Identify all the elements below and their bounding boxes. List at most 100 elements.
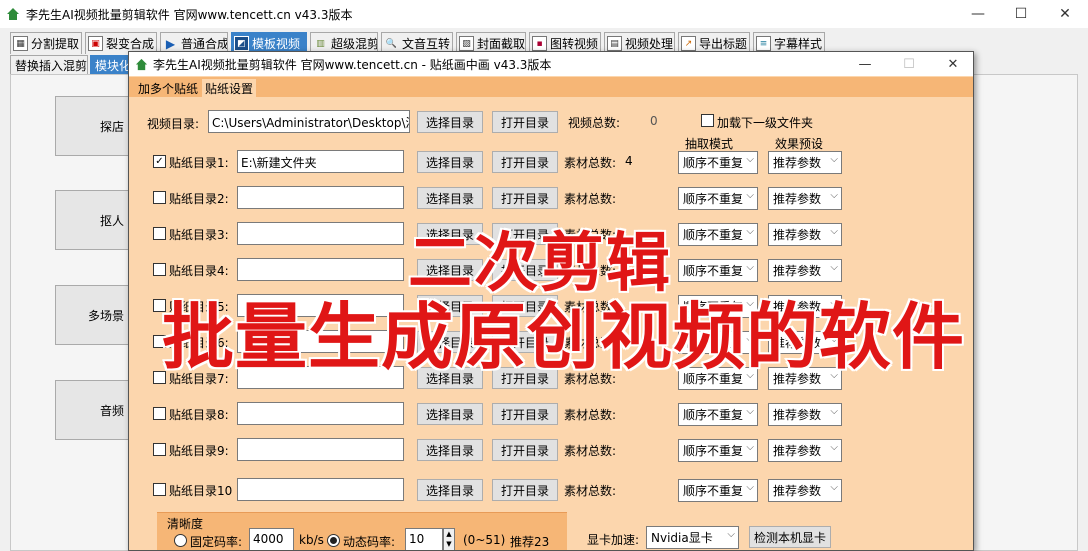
sub-tab-replace-insert[interactable]: 替换插入混剪 <box>10 55 88 75</box>
tab-sticker-settings[interactable]: 贴纸设置 <box>202 79 257 97</box>
sticker-dir-checkbox[interactable] <box>153 443 166 456</box>
bg-button-audio[interactable]: 音频 <box>55 380 135 440</box>
sticker-dir-checkbox[interactable] <box>153 191 166 204</box>
extract-mode-select[interactable]: 顺序不重复 ⌵ <box>678 187 758 210</box>
effect-preset-select[interactable]: 推荐参数 ⌵ <box>768 151 842 174</box>
extract-mode-select[interactable]: 顺序不重复 ⌵ <box>678 331 758 354</box>
sticker-open-dir-button[interactable]: 打开目录 <box>492 151 558 173</box>
video-open-dir-button[interactable]: 打开目录 <box>492 111 558 133</box>
sticker-dir-label: 贴纸目录1: <box>169 156 229 170</box>
extract-mode-select[interactable]: 顺序不重复 ⌵ <box>678 439 758 462</box>
sticker-dir-checkbox[interactable] <box>153 371 166 384</box>
tab-add-stickers[interactable]: 加多个贴纸 <box>135 79 201 97</box>
dialog-maximize-button[interactable]: ☐ <box>887 52 931 76</box>
maximize-button[interactable]: ☐ <box>998 0 1044 28</box>
chevron-down-icon: ⌵ <box>746 334 754 345</box>
sticker-dir-input[interactable] <box>237 438 404 461</box>
fixed-bitrate-radio[interactable] <box>174 534 187 547</box>
sticker-open-dir-button[interactable]: 打开目录 <box>492 295 558 317</box>
sticker-dir-input[interactable] <box>237 478 404 501</box>
fission-icon: ▣ <box>88 36 103 51</box>
extract-mode-select[interactable]: 顺序不重复 ⌵ <box>678 403 758 426</box>
extract-mode-select[interactable]: 顺序不重复 ⌵ <box>678 223 758 246</box>
dialog-title: 李先生AI视频批量剪辑软件 官网www.tencett.cn - 贴纸画中画 v… <box>153 57 552 72</box>
extract-mode-select[interactable]: 顺序不重复 ⌵ <box>678 151 758 174</box>
sticker-open-dir-button[interactable]: 打开目录 <box>492 331 558 353</box>
effect-preset-select[interactable]: 推荐参数 ⌵ <box>768 479 842 502</box>
extract-mode-select[interactable]: 顺序不重复 ⌵ <box>678 479 758 502</box>
sticker-open-dir-button[interactable]: 打开目录 <box>492 403 558 425</box>
sticker-select-dir-button[interactable]: 选择目录 <box>417 295 483 317</box>
effect-preset-select[interactable]: 推荐参数 ⌵ <box>768 331 842 354</box>
extract-mode-select[interactable]: 顺序不重复 ⌵ <box>678 295 758 318</box>
recommend-hint: 推荐23 <box>510 535 550 549</box>
sticker-dir-input[interactable] <box>237 402 404 425</box>
sticker-open-dir-button[interactable]: 打开目录 <box>492 187 558 209</box>
sticker-dir-checkbox[interactable] <box>153 299 166 312</box>
dynamic-bitrate-label: 动态码率: <box>343 535 396 549</box>
sticker-open-dir-button[interactable]: 打开目录 <box>492 479 558 501</box>
chevron-down-icon: ⌵ <box>830 482 838 493</box>
sticker-dir-checkbox[interactable] <box>153 335 166 348</box>
sticker-dir-checkbox[interactable] <box>153 227 166 240</box>
bg-button-cutout[interactable]: 抠人 <box>55 190 135 250</box>
gpu-select[interactable]: Nvidia显卡 ⌵ <box>646 526 739 549</box>
sticker-dir-input[interactable]: E:\新建文件夹 <box>237 150 404 173</box>
effect-preset-select[interactable]: 推荐参数 ⌵ <box>768 295 842 318</box>
sticker-select-dir-button[interactable]: 选择目录 <box>417 259 483 281</box>
sticker-dir-checkbox[interactable] <box>153 407 166 420</box>
sticker-dir-input[interactable] <box>237 294 404 317</box>
sticker-dir-input[interactable] <box>237 366 404 389</box>
extract-mode-select[interactable]: 顺序不重复 ⌵ <box>678 259 758 282</box>
video-select-dir-button[interactable]: 选择目录 <box>417 111 483 133</box>
effect-preset-select[interactable]: 推荐参数 ⌵ <box>768 367 842 390</box>
bg-button-multi-scene[interactable]: 多场景 <box>55 285 135 345</box>
fixed-bitrate-input[interactable]: 4000 <box>249 528 294 550</box>
extract-mode-select[interactable]: 顺序不重复 ⌵ <box>678 367 758 390</box>
sticker-select-dir-button[interactable]: 选择目录 <box>417 479 483 501</box>
sticker-open-dir-button[interactable]: 打开目录 <box>492 367 558 389</box>
effect-preset-select[interactable]: 推荐参数 ⌵ <box>768 259 842 282</box>
sticker-select-dir-button[interactable]: 选择目录 <box>417 367 483 389</box>
sticker-select-dir-button[interactable]: 选择目录 <box>417 223 483 245</box>
effect-preset-select[interactable]: 推荐参数 ⌵ <box>768 223 842 246</box>
effect-preset-select[interactable]: 推荐参数 ⌵ <box>768 403 842 426</box>
sticker-select-dir-button[interactable]: 选择目录 <box>417 151 483 173</box>
detect-gpu-button[interactable]: 检测本机显卡 <box>749 526 831 548</box>
sticker-dir-input[interactable] <box>237 330 404 353</box>
sticker-select-dir-button[interactable]: 选择目录 <box>417 439 483 461</box>
sticker-select-dir-button[interactable]: 选择目录 <box>417 403 483 425</box>
load-subfolder-checkbox[interactable] <box>701 114 714 127</box>
sticker-dir-checkbox[interactable] <box>153 483 166 496</box>
sticker-dir-input[interactable] <box>237 186 404 209</box>
video-dir-label: 视频目录: <box>147 117 200 131</box>
sub-tab-module[interactable]: 模块化 <box>90 55 130 75</box>
close-button[interactable]: ✕ <box>1042 0 1088 28</box>
dynamic-bitrate-radio[interactable] <box>327 534 340 547</box>
sticker-dir-checkbox[interactable] <box>153 263 166 276</box>
tab-split-extract[interactable]: ▦ 分割提取 <box>10 32 82 54</box>
bg-button-store-visit[interactable]: 探店 <box>55 96 135 156</box>
sticker-select-dir-button[interactable]: 选择目录 <box>417 187 483 209</box>
video-dir-input[interactable]: C:\Users\Administrator\Desktop\演示 <box>208 110 410 133</box>
bitrate-spinner[interactable]: ▲ ▼ <box>443 528 455 550</box>
sticker-select-dir-button[interactable]: 选择目录 <box>417 331 483 353</box>
bitrate-unit: kb/s <box>299 533 324 547</box>
chevron-down-icon: ⌵ <box>830 406 838 417</box>
chevron-down-icon: ⌵ <box>830 226 838 237</box>
sticker-open-dir-button[interactable]: 打开目录 <box>492 439 558 461</box>
sticker-dir-label: 贴纸目录7: <box>169 372 229 386</box>
dynamic-bitrate-input[interactable]: 10 <box>405 528 443 550</box>
sticker-dir-checkbox[interactable]: ✓ <box>153 155 166 168</box>
search-text-icon: 🔍 <box>385 38 398 49</box>
effect-preset-select[interactable]: 推荐参数 ⌵ <box>768 187 842 210</box>
sticker-open-dir-button[interactable]: 打开目录 <box>492 223 558 245</box>
sticker-dir-input[interactable] <box>237 222 404 245</box>
sticker-dir-input[interactable] <box>237 258 404 281</box>
dialog-close-button[interactable]: ✕ <box>931 52 973 76</box>
fixed-bitrate-label: 固定码率: <box>190 535 243 549</box>
effect-preset-select[interactable]: 推荐参数 ⌵ <box>768 439 842 462</box>
minimize-button[interactable]: — <box>955 0 1001 28</box>
dialog-minimize-button[interactable]: — <box>843 52 887 76</box>
sticker-open-dir-button[interactable]: 打开目录 <box>492 259 558 281</box>
